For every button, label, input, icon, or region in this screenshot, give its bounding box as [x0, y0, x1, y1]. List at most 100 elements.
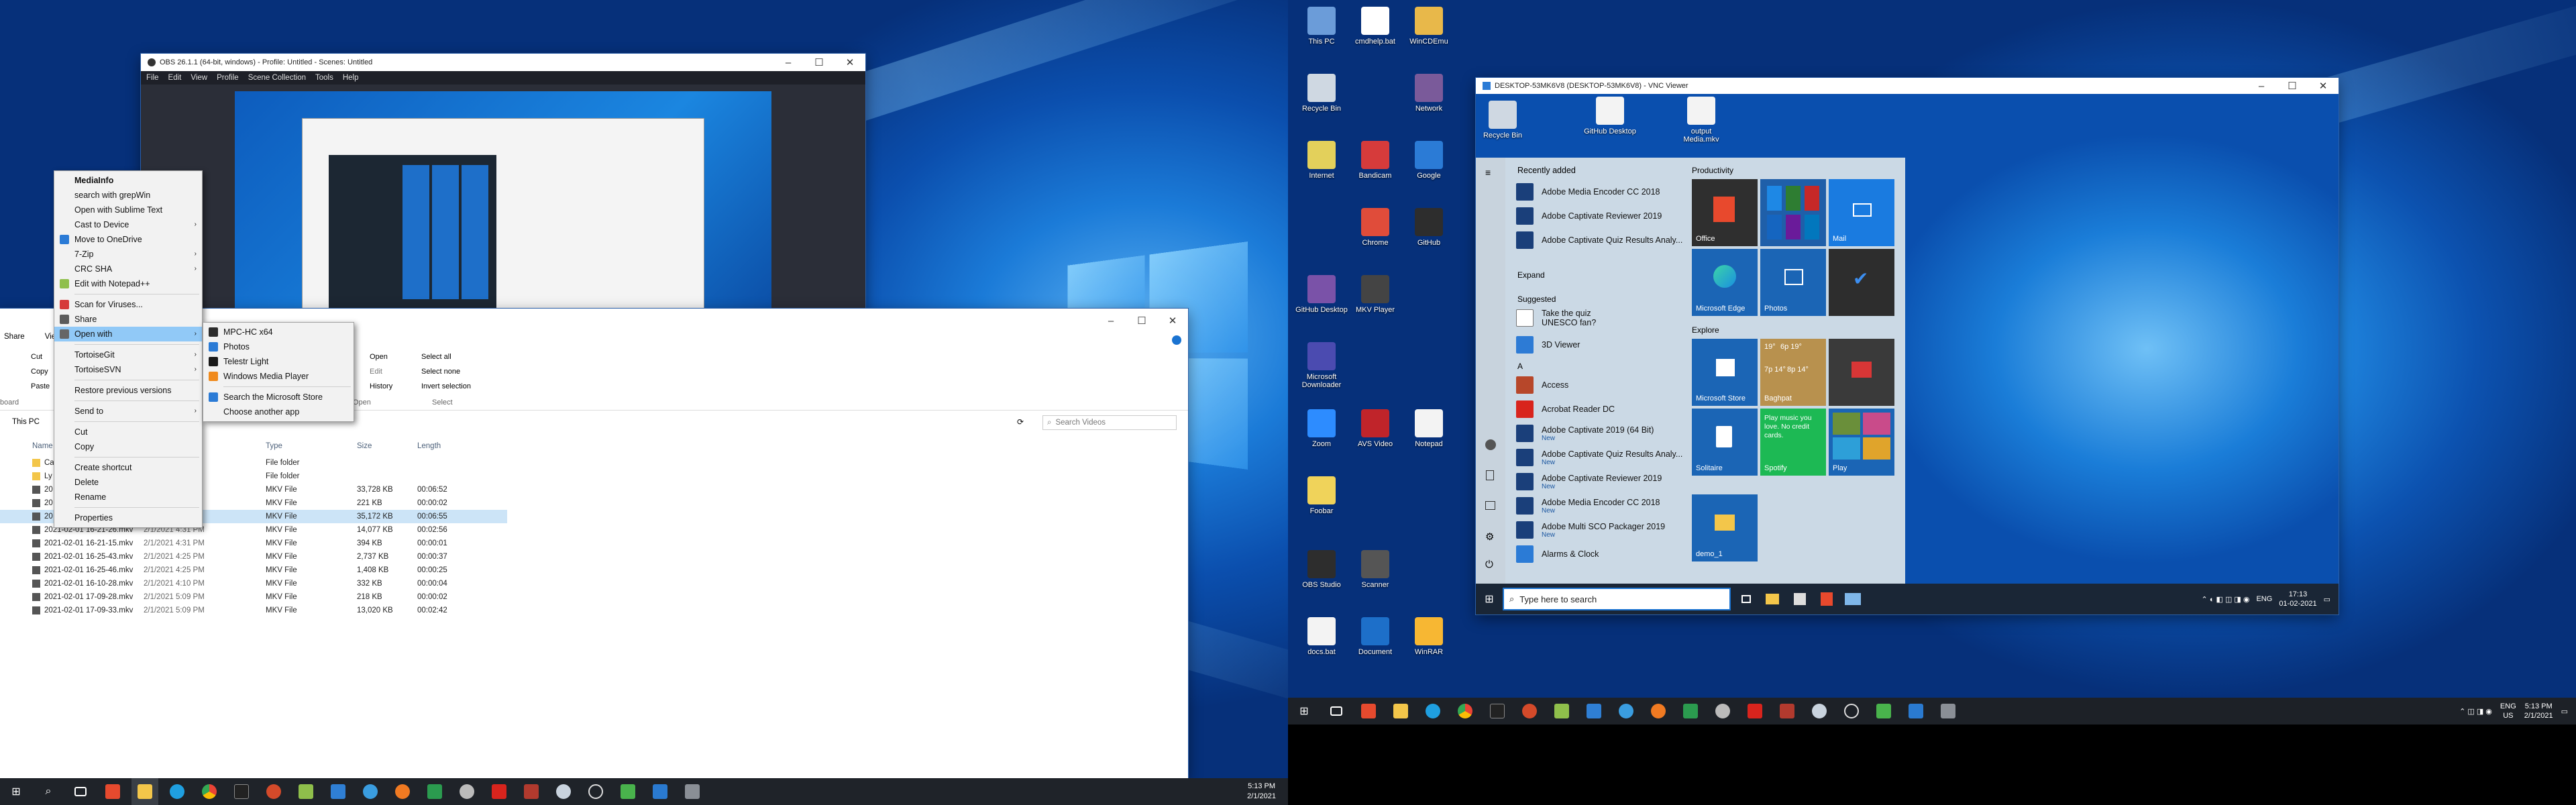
remote-tray-icons[interactable]: ⌃ ◐ ◧ ◫ ◨ ◉ — [2202, 595, 2250, 604]
chrome-alt-icon[interactable] — [357, 778, 384, 805]
ftp-icon[interactable] — [1774, 698, 1801, 724]
context-item[interactable]: Move to OneDrive — [54, 232, 202, 247]
close-button[interactable]: ✕ — [2308, 78, 2339, 94]
tray-icons[interactable]: ⌃ ◫ ◨ ◉ — [2459, 707, 2492, 716]
maximize-button[interactable]: ☐ — [1126, 311, 1157, 331]
desktop-icon[interactable]: WinCDEmu — [1402, 7, 1456, 46]
tab-share[interactable]: Share — [4, 333, 25, 349]
context-item[interactable]: TortoiseGit › — [54, 347, 202, 362]
recent-app[interactable]: Adobe Captivate Reviewer 2019 — [1516, 205, 1662, 227]
tile-mail[interactable]: Mail — [1829, 179, 1894, 246]
tray-clock[interactable]: 5:13 PM 2/1/2021 — [1247, 782, 1276, 802]
close-button[interactable]: ✕ — [1157, 311, 1188, 331]
col-length[interactable]: Length — [417, 442, 441, 450]
context-item[interactable]: 7-Zip › — [54, 247, 202, 262]
game-icon[interactable] — [679, 778, 706, 805]
firefox-icon[interactable] — [389, 778, 416, 805]
uipath-icon[interactable] — [1580, 698, 1607, 724]
notification-icon[interactable]: ▭ — [2324, 595, 2330, 604]
bandicam-icon[interactable] — [1355, 698, 1382, 724]
menu-scene-collection[interactable]: Scene Collection — [248, 74, 306, 82]
paste-button[interactable]: Paste — [31, 382, 50, 390]
app-list-item[interactable]: Adobe Media Encoder CC 2018 New — [1516, 494, 1660, 517]
app-3d-viewer[interactable]: 3D Viewer — [1516, 333, 1580, 356]
hamburger-icon[interactable]: ≡ — [1485, 167, 1491, 178]
edit-button[interactable]: Edit — [370, 368, 382, 376]
context-item[interactable]: TortoiseSVN › — [54, 362, 202, 377]
address-bar[interactable]: This PC — [12, 418, 40, 426]
start-button[interactable]: ⊞ — [3, 778, 30, 805]
chrome-icon[interactable] — [1452, 698, 1479, 724]
open-with-app[interactable]: MPC-HC x64 — [203, 325, 354, 339]
remote-office-icon[interactable] — [1821, 592, 1833, 606]
desktop-icon[interactable]: MKV Player — [1348, 275, 1402, 314]
clock-icon[interactable] — [582, 778, 609, 805]
context-item[interactable]: search with grepWin — [54, 188, 202, 203]
table-row[interactable]: 2021-02-01 16-25-43.mkv 2/1/2021 4:25 PM M… — [0, 550, 507, 564]
acrobat-icon[interactable] — [486, 778, 513, 805]
copy-button[interactable]: Copy — [31, 368, 48, 376]
tray-clock[interactable]: 5:13 PM 2/1/2021 — [2524, 702, 2553, 720]
col-type[interactable]: Type — [266, 442, 282, 450]
edge-icon[interactable] — [1419, 698, 1446, 724]
context-item[interactable]: Send to › — [54, 404, 202, 419]
remote-search-box[interactable]: ⌕ Type here to search — [1503, 588, 1731, 610]
vscode-icon[interactable] — [647, 778, 674, 805]
remote-taskview-icon[interactable] — [1741, 595, 1751, 603]
task-view-icon[interactable] — [67, 778, 94, 805]
desktop-icon[interactable]: Internet — [1295, 141, 1348, 180]
obs-icon[interactable] — [260, 778, 287, 805]
context-item[interactable]: Cut — [54, 425, 202, 439]
context-item[interactable]: Open with Sublime Text — [54, 203, 202, 217]
remote-store-icon[interactable] — [1794, 593, 1806, 605]
edge-icon[interactable] — [164, 778, 191, 805]
input-language[interactable]: ENG US — [2500, 702, 2516, 720]
open-with-app[interactable]: Windows Media Player — [203, 369, 354, 384]
desktop-icon[interactable]: Microsoft Downloader — [1295, 342, 1348, 389]
help-icon[interactable] — [1172, 335, 1181, 345]
app-list-item[interactable]: Adobe Captivate Reviewer 2019 New — [1516, 470, 1662, 493]
remote-desktop[interactable]: Recycle Bin GitHub Desktop output Media.… — [1476, 94, 2339, 614]
context-item[interactable]: Delete — [54, 475, 202, 490]
open-with-store[interactable]: Search the Microsoft Store — [203, 390, 354, 405]
open-with-app[interactable]: Telestr Light — [203, 354, 354, 369]
history-button[interactable]: History — [370, 382, 392, 390]
app-list-item[interactable]: Adobe Captivate 2019 (64 Bit) New — [1516, 422, 1654, 445]
desktop-icon[interactable]: OBS Studio — [1295, 550, 1348, 589]
select-all-button[interactable]: Select all — [421, 353, 451, 361]
select-none-button[interactable]: Select none — [421, 368, 460, 376]
suggested-item[interactable]: Take the quiz UNESCO fan? — [1516, 307, 1596, 329]
desktop-icon[interactable]: cmdhelp.bat — [1348, 7, 1402, 46]
open-with-another[interactable]: Choose another app — [203, 405, 354, 419]
desktop-icon[interactable]: Document — [1348, 617, 1402, 656]
context-item[interactable]: Copy — [54, 439, 202, 454]
tile-office-apps[interactable] — [1760, 179, 1826, 246]
maximize-button[interactable]: ☐ — [804, 52, 835, 72]
terminal-icon[interactable] — [228, 778, 255, 805]
context-item[interactable]: Scan for Viruses... — [54, 297, 202, 312]
table-row[interactable]: 2021-02-01 17-09-33.mkv 2/1/2021 5:09 PM M… — [0, 604, 507, 617]
refresh-icon[interactable]: ⟳ — [1017, 417, 1024, 427]
desktop-icon[interactable]: GitHub — [1402, 208, 1456, 247]
expand-button[interactable]: Expand — [1517, 270, 1545, 280]
minimize-button[interactable]: – — [773, 52, 804, 72]
menu-tools[interactable]: Tools — [315, 74, 333, 82]
desktop-icon[interactable]: Notepad — [1402, 409, 1456, 448]
user-icon[interactable] — [1485, 439, 1496, 450]
minimize-button[interactable]: – — [1095, 311, 1126, 331]
tile-spotify[interactable]: Play music you love. No credit cards. Sp… — [1760, 409, 1826, 476]
spreadsheet-icon[interactable] — [421, 778, 448, 805]
tile-office[interactable]: Office — [1692, 179, 1758, 246]
remote-explorer-icon[interactable] — [1766, 594, 1779, 604]
spreadsheet-icon[interactable] — [1677, 698, 1704, 724]
tile-edge[interactable]: Microsoft Edge — [1692, 249, 1758, 316]
context-item[interactable]: Create shortcut — [54, 460, 202, 475]
app-list-item[interactable]: Adobe Multi SCO Packager 2019 New — [1516, 519, 1665, 541]
desktop-icon[interactable]: AVS Video — [1348, 409, 1402, 448]
menu-file[interactable]: File — [146, 74, 159, 82]
desktop-icon[interactable]: Bandicam — [1348, 141, 1402, 180]
tile-todo[interactable]: ✔ — [1829, 249, 1894, 316]
vscode-icon[interactable] — [1902, 698, 1929, 724]
minimize-button[interactable]: – — [2246, 78, 2277, 94]
desktop-icon[interactable]: Google — [1402, 141, 1456, 180]
